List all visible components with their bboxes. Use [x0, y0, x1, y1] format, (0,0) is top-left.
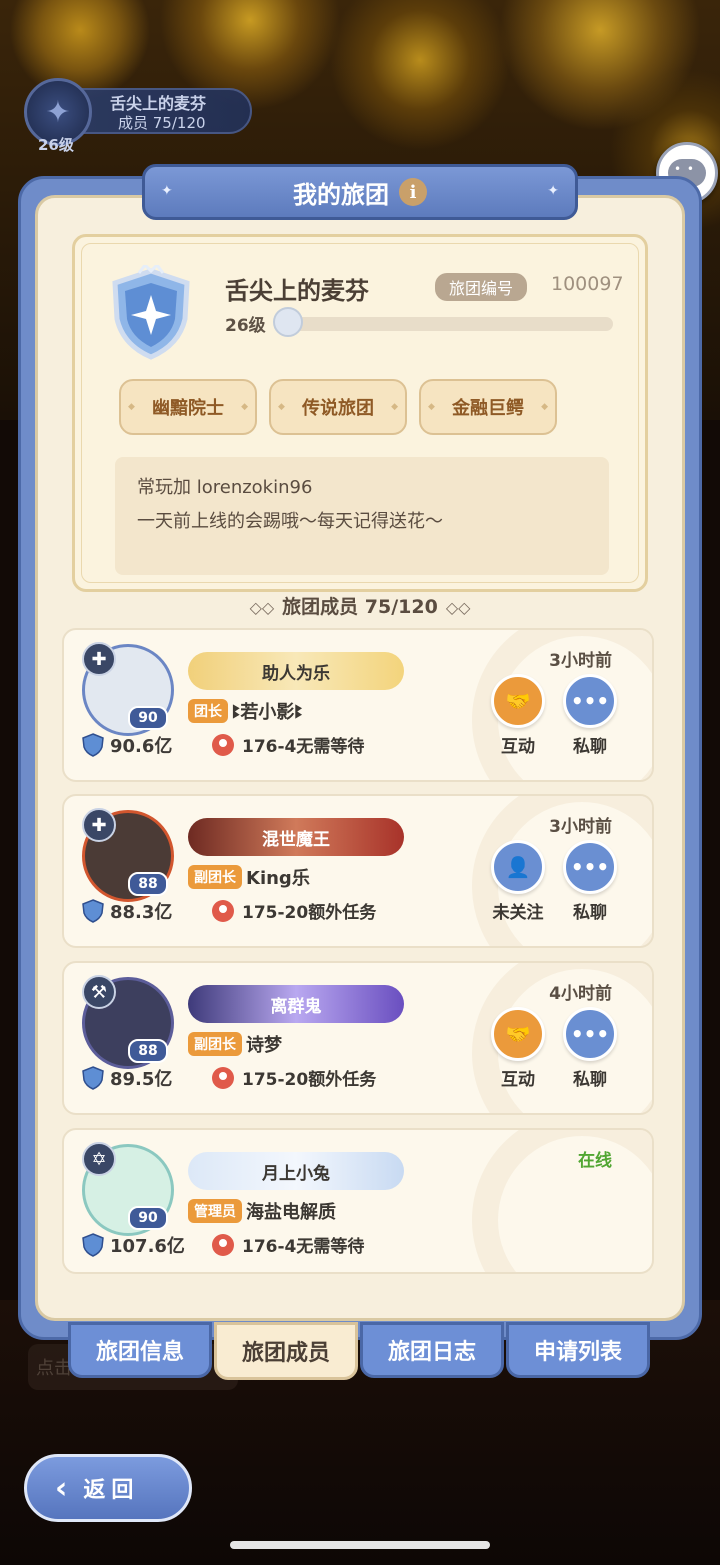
member-card[interactable]: ✚ 88 88.3亿 混世魔王 副团长 King乐 175-20额外任务 3小时…: [62, 794, 654, 948]
role-badge: 管理员: [188, 1199, 242, 1223]
panel-title-banner: ✦ 我的旅团 i ✦: [142, 164, 578, 220]
chat-bubble-icon: •••: [563, 840, 617, 894]
info-icon[interactable]: i: [399, 178, 427, 206]
add-friend-icon: 👤: [491, 840, 545, 894]
avatar-level: 90: [128, 1206, 168, 1230]
member-mission: 175-20额外任务: [242, 903, 377, 923]
last-online: 4小时前: [549, 984, 612, 1004]
rank-icon: ✚: [82, 642, 116, 676]
chat-bubble-icon: •••: [563, 1007, 617, 1061]
location-pin-icon: [212, 899, 234, 922]
tab-guild-info[interactable]: 旅团信息: [68, 1322, 212, 1378]
handshake-icon: 🤝: [491, 1007, 545, 1061]
follow-button[interactable]: 👤 未关注: [482, 840, 554, 923]
guild-badge-name: 舌尖上的麦芬: [110, 94, 207, 113]
power: 88.3亿: [82, 898, 172, 924]
home-indicator[interactable]: [230, 1541, 490, 1549]
guild-tag: 传说旅团: [269, 379, 407, 435]
tab-guild-members[interactable]: 旅团成员: [214, 1322, 358, 1380]
back-arrow-icon: ‹: [55, 1470, 68, 1506]
power-shield-icon: [82, 1233, 104, 1257]
member-nameplate: 助人为乐: [188, 652, 404, 690]
member-card[interactable]: ✚ 90 90.6亿 助人为乐 团长 ꔪ若小影ꔪ 176-4无需等待 3小时前 …: [62, 628, 654, 782]
guild-info-card: 舌尖上的麦芬 旅团编号 100097 26级 幽黯院士 传说旅团 金融巨鳄 常玩…: [72, 234, 648, 592]
interact-button[interactable]: 🤝 互动: [482, 1007, 554, 1090]
member-name: 诗梦: [246, 1035, 282, 1056]
private-chat-button[interactable]: ••• 私聊: [554, 1007, 626, 1090]
gem-icon: [273, 307, 303, 337]
members-header: ◇◇ 旅团成员 75/120 ◇◇: [0, 592, 720, 619]
power-shield-icon: [82, 1066, 104, 1090]
guild-id-label: 旅团编号: [435, 273, 528, 301]
member-mission: 175-20额外任务: [242, 1070, 377, 1090]
handshake-icon: 🤝: [491, 674, 545, 728]
power: 90.6亿: [82, 732, 172, 758]
last-online: 3小时前: [549, 817, 612, 837]
guild-level-bar: [275, 317, 613, 331]
power: 89.5亿: [82, 1065, 172, 1091]
diamond-icon: ✦: [161, 183, 173, 199]
guild-id-value: 100097: [551, 273, 624, 295]
avatar-level: 90: [128, 706, 168, 730]
member-nameplate: 离群鬼: [188, 985, 404, 1023]
avatar-level: 88: [128, 872, 168, 896]
tab-guild-log[interactable]: 旅团日志: [360, 1322, 504, 1378]
back-label: 返回: [83, 1478, 140, 1503]
avatar-level: 88: [128, 1039, 168, 1063]
tab-bar: 旅团信息 旅团成员 旅团日志 申请列表: [68, 1322, 652, 1380]
interact-button[interactable]: 🤝 互动: [482, 674, 554, 757]
member-name: King乐: [246, 868, 310, 889]
online-status: 在线: [578, 1151, 612, 1171]
member-name: 海盐电解质: [246, 1202, 336, 1223]
tab-application-list[interactable]: 申请列表: [506, 1322, 650, 1378]
guild-badge-members: 成员 75/120: [118, 114, 206, 132]
chat-bubble-icon: •••: [563, 674, 617, 728]
guild-shield-icon: [112, 265, 190, 360]
diamond-icon: ✦: [547, 183, 559, 199]
location-pin-icon: [212, 733, 234, 756]
rank-icon: ✡: [82, 1142, 116, 1176]
guild-tag: 幽黯院士: [119, 379, 257, 435]
ornament-icon: ◇◇: [249, 598, 275, 617]
member-card[interactable]: ⚒ 88 89.5亿 离群鬼 副团长 诗梦 175-20额外任务 4小时前 🤝 …: [62, 961, 654, 1115]
guild-notice: 常玩加 lorenzokin96 一天前上线的会踢哦～每天记得送花～: [115, 457, 609, 575]
role-badge: 副团长: [188, 1032, 242, 1056]
private-chat-button[interactable]: ••• 私聊: [554, 674, 626, 757]
notice-line: 一天前上线的会踢哦～每天记得送花～: [137, 511, 443, 532]
member-card[interactable]: ✡ 90 107.6亿 月上小兔 管理员 海盐电解质 176-4无需等待 在线: [62, 1128, 654, 1274]
member-name: ꔪ若小影ꔪ: [232, 702, 303, 723]
member-mission: 176-4无需等待: [242, 1237, 365, 1257]
role-badge: 副团长: [188, 865, 242, 889]
power-shield-icon: [82, 733, 104, 757]
panel-title: 我的旅团: [293, 180, 389, 209]
role-badge: 团长: [188, 699, 228, 723]
rank-icon: ⚒: [82, 975, 116, 1009]
last-online: 3小时前: [549, 651, 612, 671]
power: 107.6亿: [82, 1232, 185, 1258]
rank-icon: ✚: [82, 808, 116, 842]
member-nameplate: 月上小兔: [188, 1152, 404, 1190]
ornament-icon: ◇◇: [445, 598, 471, 617]
member-mission: 176-4无需等待: [242, 737, 365, 757]
location-pin-icon: [212, 1233, 234, 1256]
guild-badge-level: 26级: [38, 136, 74, 154]
private-chat-button[interactable]: ••• 私聊: [554, 840, 626, 923]
guild-level: 26级: [225, 316, 266, 336]
members-header-label: 旅团成员 75/120: [282, 596, 438, 618]
guild-tags: 幽黯院士 传说旅团 金融巨鳄: [119, 379, 557, 435]
back-button[interactable]: ‹ 返回: [24, 1454, 192, 1522]
location-pin-icon: [212, 1066, 234, 1089]
notice-line: 常玩加 lorenzokin96: [137, 477, 313, 498]
guild-tag: 金融巨鳄: [419, 379, 557, 435]
power-shield-icon: [82, 899, 104, 923]
member-nameplate: 混世魔王: [188, 818, 404, 856]
guild-name: 舌尖上的麦芬: [225, 277, 369, 305]
